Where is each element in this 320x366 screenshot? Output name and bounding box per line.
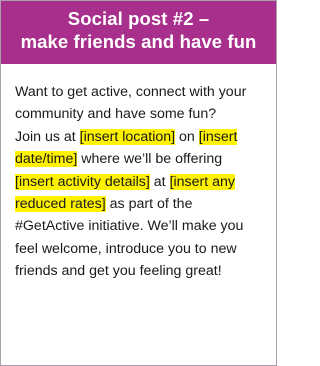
body-line-3: Join us at [insert location] on [insert <box>15 126 268 148</box>
header-title-line-2: make friends and have fun <box>20 31 257 52</box>
social-post-card: Social post #2 – make friends and have f… <box>0 0 277 366</box>
post-body-text: Want to get active, connect with your co… <box>1 64 276 283</box>
body-line-9: friends and get you feeling great! <box>15 263 222 280</box>
placeholder-rates-end: reduced rates] <box>15 195 106 212</box>
placeholder-datetime-start: [insert <box>198 128 238 145</box>
body-text: as part of the <box>105 195 193 212</box>
body-line-6: reduced rates] as part of the <box>15 193 268 215</box>
placeholder-rates-start: [insert any <box>169 173 236 190</box>
placeholder-activity-details: [insert activity details] <box>15 173 150 190</box>
body-line-1: Want to get active, connect with your <box>15 84 247 100</box>
body-line-7: #GetActive initiative. We’ll make you <box>15 218 244 235</box>
placeholder-datetime-end: date/time] <box>15 151 78 168</box>
card-header: Social post #2 – make friends and have f… <box>1 1 276 64</box>
body-text: at <box>149 173 170 190</box>
body-line-8: feel welcome, introduce you to new <box>15 240 237 257</box>
body-line-2: community and have some fun? <box>15 106 217 123</box>
body-line-4: date/time] where we’ll be offering <box>15 148 268 170</box>
placeholder-location: [insert location] <box>79 128 176 145</box>
body-text: where we’ll be offering <box>77 151 223 168</box>
body-text: on <box>175 128 199 145</box>
header-title-line-1: Social post #2 – <box>67 8 210 29</box>
body-line-5: [insert activity details] at [insert any <box>15 171 268 193</box>
body-text: Join us at <box>15 128 80 145</box>
